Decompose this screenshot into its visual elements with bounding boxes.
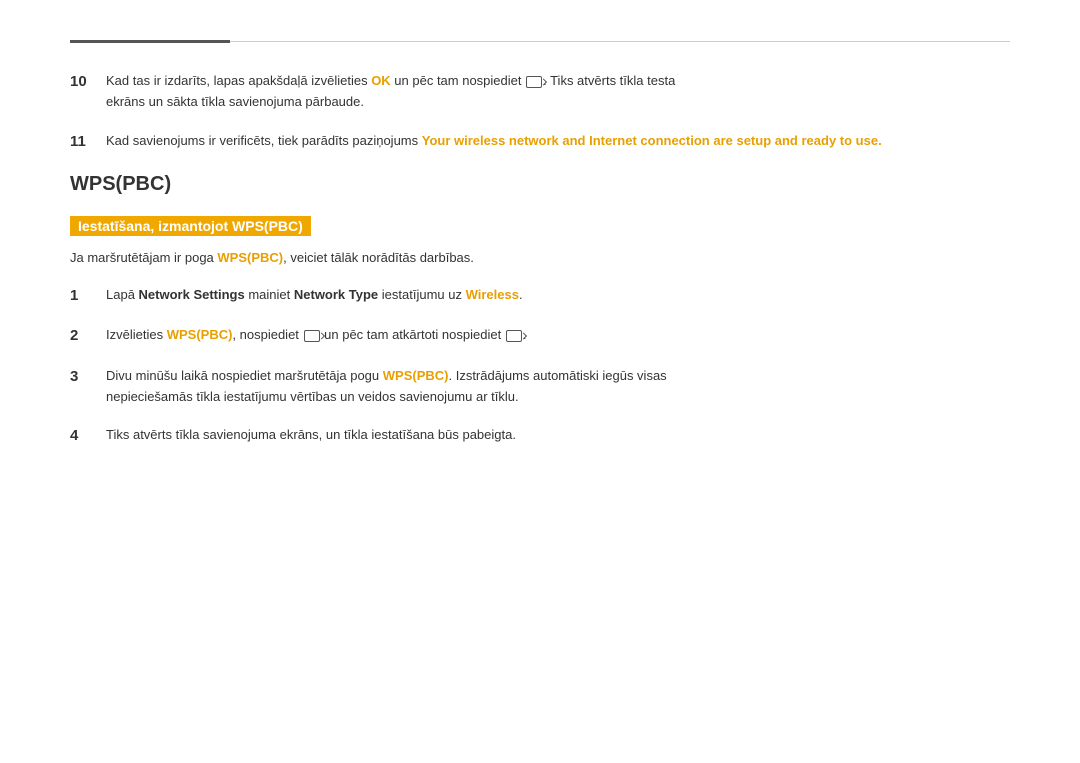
step-11-text-before: Kad savienojums ir verificēts, tiek parā… (106, 133, 422, 148)
enter-icon-1 (526, 76, 542, 88)
step-3-before: Divu minūšu laikā nospiediet maršrutētāj… (106, 368, 383, 383)
step-3-wps: WPS(PBC) (383, 368, 449, 383)
step-2: 2 Izvēlieties WPS(PBC), nospiediet un pē… (70, 325, 1010, 348)
step-2-after: un pēc tam atkārtoti nospiediet (321, 327, 505, 342)
step-1-network-type: Network Type (294, 287, 378, 302)
intro-wps: WPS(PBC) (217, 250, 283, 265)
intro-after: , veiciet tālāk norādītās darbības. (283, 250, 474, 265)
step-10-ok: OK (371, 73, 391, 88)
divider-light (230, 41, 1010, 42)
step-2-before: Izvēlieties (106, 327, 167, 342)
step-11-number: 11 (70, 131, 96, 154)
step-10-number: 10 (70, 71, 96, 94)
step-11-highlight: Your wireless network and Internet conne… (422, 133, 882, 148)
step-1-wireless: Wireless (466, 287, 519, 302)
enter-icon-3 (506, 330, 522, 342)
step-3-content: Divu minūšu laikā nospiediet maršrutētāj… (106, 366, 1010, 408)
step-2-content: Izvēlieties WPS(PBC), nospiediet un pēc … (106, 325, 1010, 346)
step-10-text-before: Kad tas ir izdarīts, lapas apakšdaļā izv… (106, 73, 371, 88)
step-10: 10 Kad tas ir izdarīts, lapas apakšdaļā … (70, 71, 1010, 113)
step-10-text-cont: . Tiks atvērts tīkla testa (543, 73, 675, 88)
step-1-mid: mainiet (245, 287, 294, 302)
enter-icon-2 (304, 330, 320, 342)
step-10-line2: ekrāns un sākta tīkla savienojuma pārbau… (106, 94, 364, 109)
step-2-number: 2 (70, 325, 96, 348)
divider-dark (70, 40, 230, 43)
step-1-before: Lapā (106, 287, 139, 302)
step-4-content: Tiks atvērts tīkla savienojuma ekrāns, u… (106, 425, 1010, 446)
step-1-after: iestatījumu uz (378, 287, 465, 302)
subsection-title-wrapper: Iestatīšana, izmantojot WPS(PBC) (70, 216, 1010, 248)
step-4-text: Tiks atvērts tīkla savienojuma ekrāns, u… (106, 427, 516, 442)
page-container: 10 Kad tas ir izdarīts, lapas apakšdaļā … (0, 0, 1080, 506)
step-1: 1 Lapā Network Settings mainiet Network … (70, 285, 1010, 308)
top-divider (70, 40, 1010, 43)
step-2-wps: WPS(PBC) (167, 327, 233, 342)
step-1-number: 1 (70, 285, 96, 308)
step-2-mid: , nospiediet (232, 327, 302, 342)
step-3-line2: nepieciešamās tīkla iestatījumu vērtības… (106, 389, 519, 404)
step-1-network-settings: Network Settings (139, 287, 245, 302)
step-3-after: . Izstrādājums automātiski iegūs visas (448, 368, 666, 383)
step-10-content: Kad tas ir izdarīts, lapas apakšdaļā izv… (106, 71, 1010, 113)
intro-before: Ja maršrutētājam ir poga (70, 250, 217, 265)
step-1-content: Lapā Network Settings mainiet Network Ty… (106, 285, 1010, 306)
step-10-text-mid: un pēc tam nospiediet (391, 73, 525, 88)
intro-text: Ja maršrutētājam ir poga WPS(PBC), veici… (70, 248, 1010, 269)
step-1-end: . (519, 287, 523, 302)
step-4: 4 Tiks atvērts tīkla savienojuma ekrāns,… (70, 425, 1010, 448)
step-3: 3 Divu minūšu laikā nospiediet maršrutēt… (70, 366, 1010, 408)
step-11-content: Kad savienojums ir verificēts, tiek parā… (106, 131, 1010, 152)
wps-section-title: WPS(PBC) (70, 173, 1010, 196)
step-4-number: 4 (70, 425, 96, 448)
subsection-title: Iestatīšana, izmantojot WPS(PBC) (70, 216, 311, 236)
step-3-number: 3 (70, 366, 96, 389)
step-11: 11 Kad savienojums ir verificēts, tiek p… (70, 131, 1010, 154)
